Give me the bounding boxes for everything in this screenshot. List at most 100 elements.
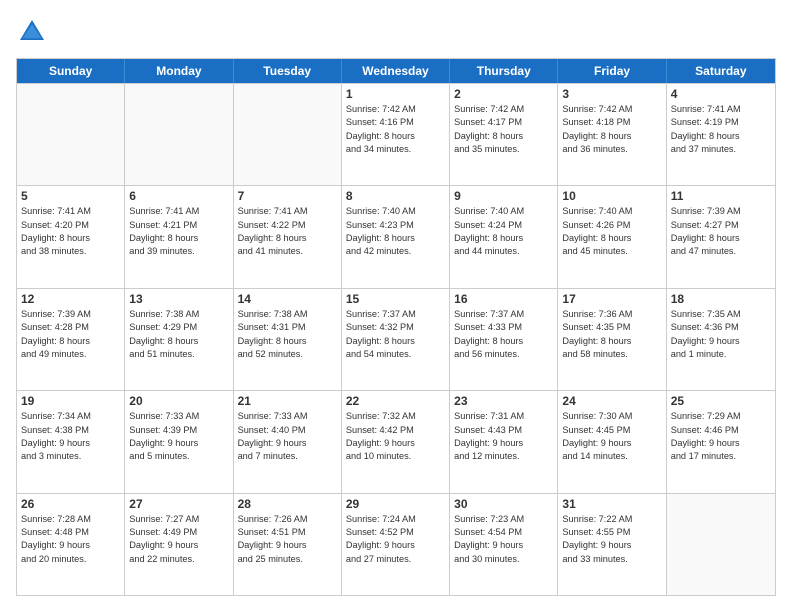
- day-number: 11: [671, 189, 771, 203]
- day-info: Sunrise: 7:42 AMSunset: 4:17 PMDaylight:…: [454, 103, 553, 156]
- calendar-cell: 18 Sunrise: 7:35 AMSunset: 4:36 PMDayligh…: [667, 289, 775, 390]
- day-number: 9: [454, 189, 553, 203]
- calendar-cell: 28 Sunrise: 7:26 AMSunset: 4:51 PMDayligh…: [234, 494, 342, 595]
- calendar-cell: 5 Sunrise: 7:41 AMSunset: 4:20 PMDaylight…: [17, 186, 125, 287]
- day-info: Sunrise: 7:41 AMSunset: 4:19 PMDaylight:…: [671, 103, 771, 156]
- calendar-cell: 25 Sunrise: 7:29 AMSunset: 4:46 PMDayligh…: [667, 391, 775, 492]
- calendar-cell: [234, 84, 342, 185]
- weekday-header: Thursday: [450, 59, 558, 83]
- weekday-header: Friday: [558, 59, 666, 83]
- day-number: 12: [21, 292, 120, 306]
- calendar-cell: 24 Sunrise: 7:30 AMSunset: 4:45 PMDayligh…: [558, 391, 666, 492]
- weekday-header: Wednesday: [342, 59, 450, 83]
- day-info: Sunrise: 7:37 AMSunset: 4:32 PMDaylight:…: [346, 308, 445, 361]
- day-number: 25: [671, 394, 771, 408]
- calendar-cell: 23 Sunrise: 7:31 AMSunset: 4:43 PMDayligh…: [450, 391, 558, 492]
- day-number: 16: [454, 292, 553, 306]
- day-info: Sunrise: 7:39 AMSunset: 4:28 PMDaylight:…: [21, 308, 120, 361]
- day-info: Sunrise: 7:31 AMSunset: 4:43 PMDaylight:…: [454, 410, 553, 463]
- day-number: 30: [454, 497, 553, 511]
- calendar-cell: 17 Sunrise: 7:36 AMSunset: 4:35 PMDayligh…: [558, 289, 666, 390]
- calendar-cell: 29 Sunrise: 7:24 AMSunset: 4:52 PMDayligh…: [342, 494, 450, 595]
- day-number: 7: [238, 189, 337, 203]
- logo-icon: [16, 16, 48, 48]
- day-info: Sunrise: 7:36 AMSunset: 4:35 PMDaylight:…: [562, 308, 661, 361]
- day-number: 17: [562, 292, 661, 306]
- calendar-cell: 2 Sunrise: 7:42 AMSunset: 4:17 PMDaylight…: [450, 84, 558, 185]
- calendar-cell: 7 Sunrise: 7:41 AMSunset: 4:22 PMDaylight…: [234, 186, 342, 287]
- day-number: 18: [671, 292, 771, 306]
- calendar-cell: 15 Sunrise: 7:37 AMSunset: 4:32 PMDayligh…: [342, 289, 450, 390]
- calendar-cell: 21 Sunrise: 7:33 AMSunset: 4:40 PMDayligh…: [234, 391, 342, 492]
- day-info: Sunrise: 7:24 AMSunset: 4:52 PMDaylight:…: [346, 513, 445, 566]
- day-info: Sunrise: 7:22 AMSunset: 4:55 PMDaylight:…: [562, 513, 661, 566]
- weekday-header: Monday: [125, 59, 233, 83]
- day-number: 1: [346, 87, 445, 101]
- calendar-cell: 27 Sunrise: 7:27 AMSunset: 4:49 PMDayligh…: [125, 494, 233, 595]
- calendar-cell: 14Sunrise: 7:38 AMSunset: 4:31 PMDayligh…: [234, 289, 342, 390]
- day-number: 3: [562, 87, 661, 101]
- calendar-cell: 22 Sunrise: 7:32 AMSunset: 4:42 PMDayligh…: [342, 391, 450, 492]
- day-number: 19: [21, 394, 120, 408]
- day-number: 31: [562, 497, 661, 511]
- calendar-cell: 13Sunrise: 7:38 AMSunset: 4:29 PMDayligh…: [125, 289, 233, 390]
- calendar-cell: 30 Sunrise: 7:23 AMSunset: 4:54 PMDayligh…: [450, 494, 558, 595]
- calendar-cell: 8 Sunrise: 7:40 AMSunset: 4:23 PMDaylight…: [342, 186, 450, 287]
- calendar-cell: 31 Sunrise: 7:22 AMSunset: 4:55 PMDayligh…: [558, 494, 666, 595]
- calendar-row: 26Sunrise: 7:28 AMSunset: 4:48 PMDayligh…: [17, 493, 775, 595]
- calendar-cell: 12 Sunrise: 7:39 AMSunset: 4:28 PMDayligh…: [17, 289, 125, 390]
- day-info: Sunrise: 7:40 AMSunset: 4:23 PMDaylight:…: [346, 205, 445, 258]
- day-info: Sunrise: 7:42 AMSunset: 4:16 PMDaylight:…: [346, 103, 445, 156]
- day-info: Sunrise: 7:40 AMSunset: 4:26 PMDaylight:…: [562, 205, 661, 258]
- calendar-cell: 3Sunrise: 7:42 AMSunset: 4:18 PMDaylight…: [558, 84, 666, 185]
- day-number: 10: [562, 189, 661, 203]
- calendar-body: 1 Sunrise: 7:42 AMSunset: 4:16 PMDaylight…: [17, 83, 775, 595]
- header: [16, 16, 776, 48]
- day-info: Sunrise: 7:35 AMSunset: 4:36 PMDaylight:…: [671, 308, 771, 361]
- day-number: 23: [454, 394, 553, 408]
- day-info: Sunrise: 7:41 AMSunset: 4:22 PMDaylight:…: [238, 205, 337, 258]
- day-info: Sunrise: 7:32 AMSunset: 4:42 PMDaylight:…: [346, 410, 445, 463]
- day-number: 8: [346, 189, 445, 203]
- day-info: Sunrise: 7:33 AMSunset: 4:40 PMDaylight:…: [238, 410, 337, 463]
- calendar-cell: 6 Sunrise: 7:41 AMSunset: 4:21 PMDaylight…: [125, 186, 233, 287]
- calendar-cell: 4 Sunrise: 7:41 AMSunset: 4:19 PMDaylight…: [667, 84, 775, 185]
- day-number: 21: [238, 394, 337, 408]
- day-number: 2: [454, 87, 553, 101]
- calendar-row: 5 Sunrise: 7:41 AMSunset: 4:20 PMDaylight…: [17, 185, 775, 287]
- logo: [16, 16, 52, 48]
- day-info: Sunrise: 7:27 AMSunset: 4:49 PMDaylight:…: [129, 513, 228, 566]
- day-number: 6: [129, 189, 228, 203]
- day-number: 28: [238, 497, 337, 511]
- calendar-row: 19 Sunrise: 7:34 AMSunset: 4:38 PMDayligh…: [17, 390, 775, 492]
- day-info: Sunrise: 7:33 AMSunset: 4:39 PMDaylight:…: [129, 410, 228, 463]
- day-info: Sunrise: 7:41 AMSunset: 4:21 PMDaylight:…: [129, 205, 228, 258]
- calendar-cell: 11Sunrise: 7:39 AMSunset: 4:27 PMDayligh…: [667, 186, 775, 287]
- calendar-cell: 19 Sunrise: 7:34 AMSunset: 4:38 PMDayligh…: [17, 391, 125, 492]
- calendar-cell: 9Sunrise: 7:40 AMSunset: 4:24 PMDaylight…: [450, 186, 558, 287]
- day-info: Sunrise: 7:30 AMSunset: 4:45 PMDaylight:…: [562, 410, 661, 463]
- calendar-cell: 26Sunrise: 7:28 AMSunset: 4:48 PMDayligh…: [17, 494, 125, 595]
- calendar-header: SundayMondayTuesdayWednesdayThursdayFrid…: [17, 59, 775, 83]
- calendar-cell: 16Sunrise: 7:37 AMSunset: 4:33 PMDayligh…: [450, 289, 558, 390]
- day-info: Sunrise: 7:26 AMSunset: 4:51 PMDaylight:…: [238, 513, 337, 566]
- calendar-row: 1 Sunrise: 7:42 AMSunset: 4:16 PMDaylight…: [17, 83, 775, 185]
- day-number: 4: [671, 87, 771, 101]
- calendar-cell: [125, 84, 233, 185]
- day-number: 14: [238, 292, 337, 306]
- day-info: Sunrise: 7:23 AMSunset: 4:54 PMDaylight:…: [454, 513, 553, 566]
- day-number: 26: [21, 497, 120, 511]
- day-number: 5: [21, 189, 120, 203]
- day-number: 27: [129, 497, 228, 511]
- day-info: Sunrise: 7:41 AMSunset: 4:20 PMDaylight:…: [21, 205, 120, 258]
- day-number: 24: [562, 394, 661, 408]
- day-info: Sunrise: 7:29 AMSunset: 4:46 PMDaylight:…: [671, 410, 771, 463]
- calendar-cell: 1 Sunrise: 7:42 AMSunset: 4:16 PMDaylight…: [342, 84, 450, 185]
- weekday-header: Tuesday: [234, 59, 342, 83]
- day-number: 15: [346, 292, 445, 306]
- calendar-row: 12 Sunrise: 7:39 AMSunset: 4:28 PMDayligh…: [17, 288, 775, 390]
- day-number: 29: [346, 497, 445, 511]
- day-number: 22: [346, 394, 445, 408]
- day-info: Sunrise: 7:34 AMSunset: 4:38 PMDaylight:…: [21, 410, 120, 463]
- calendar-cell: 10 Sunrise: 7:40 AMSunset: 4:26 PMDayligh…: [558, 186, 666, 287]
